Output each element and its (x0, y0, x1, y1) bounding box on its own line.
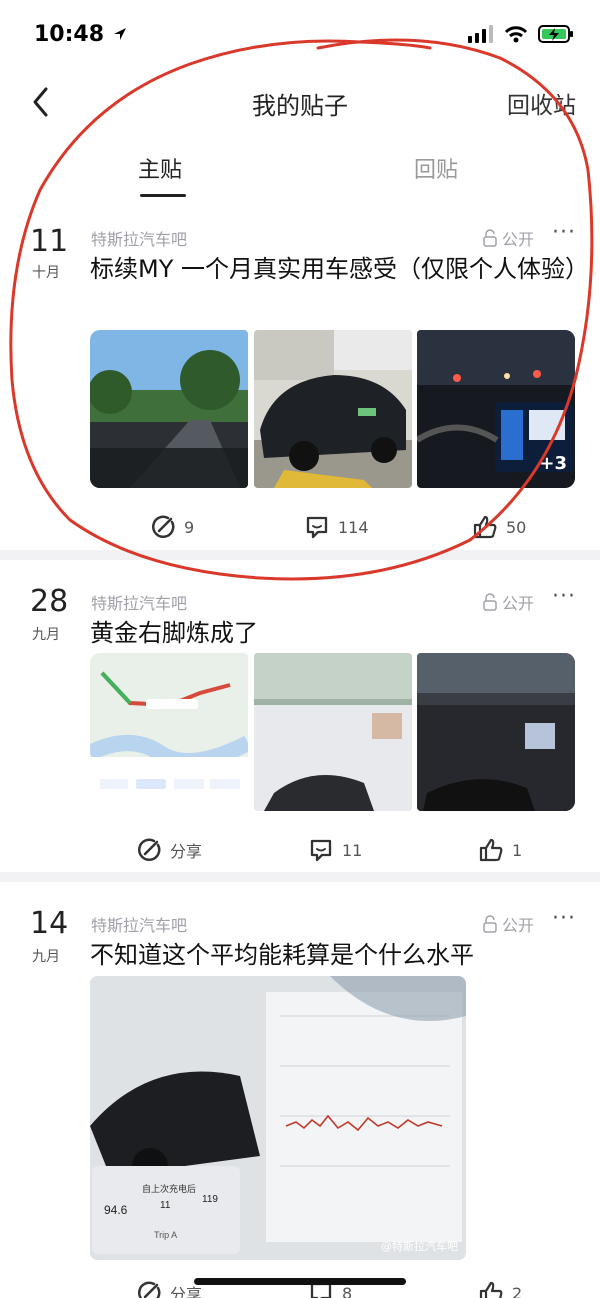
post-image[interactable] (254, 653, 412, 811)
post-title[interactable]: 不知道这个平均能耗算是个什么水平 (90, 936, 580, 974)
like-button[interactable]: 50 (472, 514, 526, 540)
post-image[interactable] (90, 330, 248, 488)
energy-screen-photo: 自上次充电后 94.6 11 119 Trip A (90, 976, 466, 1260)
screen-photo (254, 653, 412, 811)
comment-button[interactable]: 11 (308, 837, 362, 863)
energy-value-b: 11 (160, 1200, 171, 1211)
screen-photo (417, 653, 575, 811)
post-title[interactable]: 黄金右脚炼成了 (90, 614, 580, 652)
post-card[interactable]: 28 九月 特斯拉汽车吧 公开 ··· 黄金右脚炼成了 分享 11 1 (0, 560, 600, 870)
trip-label: Trip A (154, 1230, 177, 1240)
thumbs-up-icon (473, 515, 497, 539)
map-screenshot (90, 653, 248, 811)
thumbs-up-icon (479, 1281, 503, 1298)
privacy-status[interactable]: 公开 (482, 912, 534, 936)
more-options-button[interactable]: ··· (552, 220, 576, 245)
share-button[interactable]: 9 (150, 514, 194, 540)
share-icon (137, 1281, 161, 1298)
comment-button[interactable]: 114 (304, 514, 369, 540)
comment-icon (310, 839, 332, 862)
privacy-label: 公开 (501, 594, 534, 613)
energy-value-c: 119 (202, 1194, 218, 1205)
car-photo (254, 330, 412, 488)
lock-icon (483, 593, 497, 611)
tab-main-posts[interactable]: 主贴 (138, 152, 182, 184)
like-button[interactable]: 1 (478, 837, 522, 863)
post-image[interactable]: 自上次充电后 94.6 11 119 Trip A @特斯拉汽车吧 (90, 976, 466, 1260)
since-charge-label: 自上次充电后 (142, 1183, 196, 1194)
privacy-status[interactable]: 公开 (482, 590, 534, 614)
more-options-button[interactable]: ··· (552, 906, 576, 931)
comment-count: 8 (342, 1283, 353, 1298)
post-date-day: 28 (30, 584, 69, 619)
share-count: 9 (184, 517, 195, 537)
post-card[interactable]: 14 九月 特斯拉汽车吧 公开 ··· 不知道这个平均能耗算是个什么水平 自上次… (0, 882, 600, 1298)
thumbs-up-icon (479, 838, 503, 862)
post-image[interactable] (254, 330, 412, 488)
tab-bar: 主贴 回贴 (0, 140, 600, 202)
forum-name[interactable]: 特斯拉汽车吧 (91, 912, 187, 936)
share-button[interactable]: 分享 (136, 1280, 202, 1298)
energy-value-a: 94.6 (104, 1203, 128, 1217)
post-image[interactable] (417, 653, 575, 811)
like-count: 2 (512, 1283, 523, 1298)
privacy-label: 公开 (501, 916, 534, 935)
recycle-bin-button[interactable]: 回收站 (507, 86, 576, 120)
more-options-button[interactable]: ··· (552, 584, 576, 609)
forum-name[interactable]: 特斯拉汽车吧 (91, 226, 187, 250)
image-watermark: @特斯拉汽车吧 (381, 1240, 458, 1253)
post-date-day: 14 (30, 906, 69, 941)
tab-active-indicator (140, 194, 186, 197)
more-images-badge: +3 (539, 453, 567, 474)
nav-bar: 我的贴子 回收站 (0, 70, 600, 134)
like-button[interactable]: 2 (478, 1280, 522, 1298)
signal-icon (468, 25, 493, 43)
comment-count: 114 (338, 517, 369, 537)
post-image[interactable]: +3 (417, 330, 575, 488)
share-icon (137, 838, 161, 862)
post-date-month: 九月 (32, 627, 60, 643)
status-icons (468, 24, 574, 44)
lock-icon (483, 915, 497, 933)
lock-icon (483, 229, 497, 247)
location-icon (113, 28, 126, 40)
post-card[interactable]: 11 十月 特斯拉汽车吧 公开 ··· 标续MY 一个月真实用车感受（仅限个人体… (0, 210, 600, 550)
post-divider (0, 550, 600, 560)
post-title[interactable]: 标续MY 一个月真实用车感受（仅限个人体验） (90, 250, 589, 288)
share-label: 分享 (170, 842, 203, 861)
battery-charging-icon (538, 25, 573, 43)
comment-icon (306, 516, 328, 539)
share-button[interactable]: 分享 (136, 837, 202, 863)
road-photo (90, 330, 248, 488)
share-icon (151, 515, 175, 539)
post-date-month: 十月 (32, 265, 60, 281)
comment-count: 11 (342, 840, 363, 860)
like-count: 1 (512, 840, 523, 860)
post-date-month: 九月 (32, 949, 60, 965)
status-bar: 10:48 (0, 0, 600, 70)
post-image[interactable] (90, 653, 248, 811)
home-indicator[interactable] (194, 1278, 406, 1285)
tab-replies[interactable]: 回贴 (414, 152, 458, 184)
post-divider (0, 872, 600, 882)
like-count: 50 (506, 517, 527, 537)
wifi-icon (504, 26, 528, 43)
privacy-label: 公开 (501, 230, 534, 249)
post-date-day: 11 (30, 224, 69, 259)
status-time: 10:48 (34, 22, 128, 47)
privacy-status[interactable]: 公开 (482, 226, 534, 250)
forum-name[interactable]: 特斯拉汽车吧 (91, 590, 187, 614)
